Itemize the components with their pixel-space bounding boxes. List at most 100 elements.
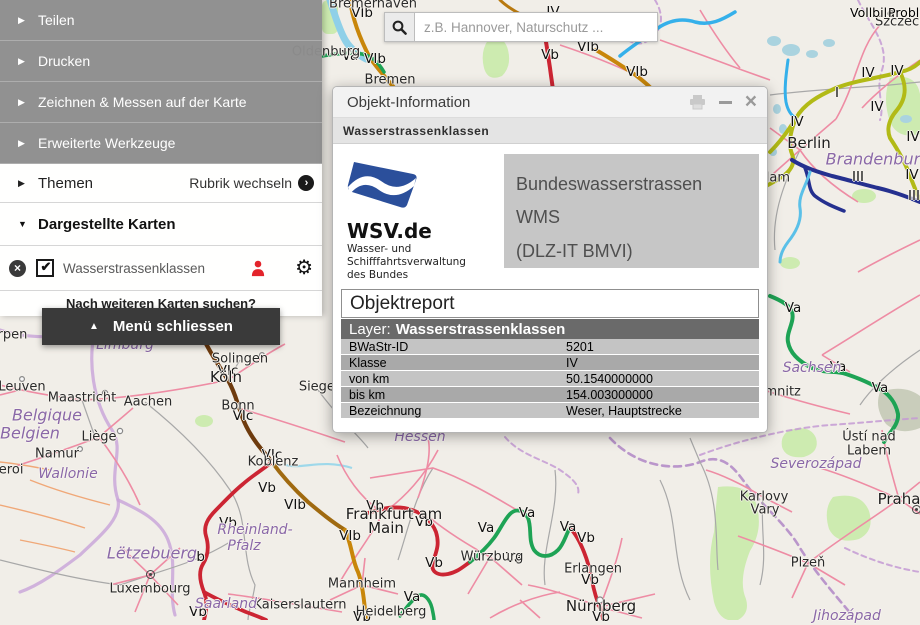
dialog-layer-tab[interactable]: Wasserstrassenklassen <box>333 118 767 144</box>
search-button[interactable] <box>384 12 415 42</box>
layer-checkbox[interactable]: ✔ <box>36 259 54 277</box>
map-label: Lëtzebuerg <box>107 544 197 563</box>
map-label: Würzburg <box>461 550 524 565</box>
map-label: VIb <box>284 497 306 513</box>
map-label: IV <box>906 129 919 145</box>
wsv-logo-subtitle: Wasser- und <box>347 243 504 256</box>
sidebar-item-dargestellte-karten[interactable]: ▼ Dargestellte Karten <box>0 203 322 246</box>
map-label: Aachen <box>124 395 172 410</box>
map-label: Mannheim <box>328 577 396 592</box>
row-value: Weser, Hauptstrecke <box>566 404 682 418</box>
row-value: 5201 <box>566 340 594 354</box>
map-label: IV <box>890 63 903 79</box>
row-label: bis km <box>341 388 566 402</box>
table-layer-header: Layer: Wasserstrassenklassen <box>341 319 759 339</box>
map-label: Bremerhaven <box>329 0 417 12</box>
sidebar-item-erweiterte-werkzeuge[interactable]: ▶ Erweiterte Werkzeuge <box>0 123 322 164</box>
map-label: Saarland <box>195 596 257 612</box>
map-label: Va <box>785 300 801 316</box>
map-label: III <box>908 188 920 204</box>
row-label: Klasse <box>341 356 566 370</box>
chevron-right-icon: ▶ <box>18 97 27 108</box>
object-information-dialog: Objekt-Information × Wasserstrassenklass… <box>332 86 768 433</box>
capital-symbol-luxembourg <box>146 570 155 579</box>
layer-prefix: Layer: <box>349 321 391 338</box>
map-label: Main <box>368 519 404 537</box>
map-label: Brandenburg <box>826 150 920 169</box>
row-value: 154.003000000 <box>566 388 653 402</box>
dialog-controls: × <box>689 93 757 112</box>
map-label: Bonn <box>221 399 254 414</box>
wsv-logo-subtitle: des Bundes <box>347 269 504 282</box>
sidebar-item-label: Drucken <box>38 53 90 69</box>
dialog-titlebar[interactable]: Objekt-Information × <box>333 87 767 118</box>
map-label: Plzeň <box>791 556 826 571</box>
close-icon[interactable]: × <box>745 91 757 112</box>
map-label: Koblenz <box>248 455 299 470</box>
table-row: bis km 154.003000000 <box>341 387 759 403</box>
close-menu-label: Menü schliessen <box>113 318 233 335</box>
gear-icon[interactable]: ⚙ <box>295 258 313 278</box>
table-row: BWaStr-ID 5201 <box>341 339 759 355</box>
chevron-right-icon: ▶ <box>18 178 27 189</box>
sidebar-item-themen[interactable]: ▶ Themen Rubrik wechseln › <box>0 164 322 203</box>
chevron-right-icon: ▶ <box>18 56 27 67</box>
sidebar-item-drucken[interactable]: ▶ Drucken <box>0 41 322 82</box>
checkmark-icon: ✔ <box>41 260 52 273</box>
close-menu-button[interactable]: ▲ Menü schliessen <box>42 308 280 345</box>
map-label: Namur <box>35 447 79 462</box>
map-label: VIb <box>339 528 361 544</box>
print-icon[interactable] <box>689 95 706 110</box>
service-name-line1: Bundeswasserstrassen WMS <box>516 168 747 235</box>
map-label: Kaiserslautern <box>253 598 346 613</box>
map-label: Belgien <box>0 424 60 443</box>
table-row: von km 50.1540000000 <box>341 371 759 387</box>
rubrik-wechseln-link[interactable]: Rubrik wechseln › <box>189 175 322 191</box>
report-problem-link[interactable]: Probleme <box>888 5 920 20</box>
dialog-title: Objekt-Information <box>347 94 470 111</box>
service-name-line2: (DLZ-IT BMVI) <box>516 235 747 268</box>
search-bar <box>384 12 658 42</box>
map-label: Rheinland- <box>217 522 292 538</box>
table-row: Bezeichnung Weser, Hauptstrecke <box>341 403 759 419</box>
wsv-logo-icon <box>347 161 419 209</box>
map-label: Vb <box>577 530 595 546</box>
map-label: IV <box>870 99 883 115</box>
map-label: Va <box>872 380 888 396</box>
table-row: Klasse IV <box>341 355 759 371</box>
search-input[interactable] <box>415 12 658 42</box>
map-label: Va <box>560 519 576 535</box>
objektreport-table: Layer: Wasserstrassenklassen BWaStr-ID 5… <box>341 319 759 419</box>
sidebar-item-label: Erweiterte Werkzeuge <box>38 135 175 151</box>
layer-name: Wasserstrassenklassen <box>396 321 566 338</box>
row-label: BWaStr-ID <box>341 340 566 354</box>
rubrik-wechseln-label: Rubrik wechseln <box>189 175 292 191</box>
sidebar-item-label: Teilen <box>38 12 75 28</box>
map-label: Va <box>519 505 535 521</box>
map-label: Leuven <box>0 380 46 395</box>
map-label: Nürnberg <box>566 597 636 615</box>
minimize-icon[interactable] <box>719 101 732 104</box>
wsv-logo-block: WSV.de Wasser- und Schifffahrtsverwaltun… <box>341 154 504 282</box>
map-label: Luxembourg <box>109 582 190 597</box>
layer-label: Wasserstrassenklassen <box>63 261 205 276</box>
sidebar-item-teilen[interactable]: ▶ Teilen <box>0 0 322 41</box>
layer-row-wasserstrassenklassen: × ✔ Wasserstrassenklassen ⚙ <box>0 246 322 291</box>
chevron-right-icon: ▶ <box>18 15 27 26</box>
sidebar-item-zeichnen-messen[interactable]: ▶ Zeichnen & Messen auf der Karte <box>0 82 322 123</box>
remove-layer-icon[interactable]: × <box>9 260 26 277</box>
map-label: Va <box>404 589 420 605</box>
map-label: Liège <box>81 430 116 445</box>
map-label: Vb <box>425 555 443 571</box>
user-icon[interactable] <box>249 259 267 277</box>
map-label: IV <box>861 65 874 81</box>
map-label: Pfalz <box>227 538 260 554</box>
map-label: IV <box>905 167 918 183</box>
map-label: VIb <box>626 64 648 80</box>
map-label: I <box>835 85 839 101</box>
chevron-right-circle-icon: › <box>298 175 314 191</box>
map-label: Solingen <box>212 352 268 367</box>
map-label: VIb <box>364 51 386 67</box>
dargestellte-karten-label: Dargestellte Karten <box>38 216 176 233</box>
sidebar-item-label: Zeichnen & Messen auf der Karte <box>38 94 247 110</box>
